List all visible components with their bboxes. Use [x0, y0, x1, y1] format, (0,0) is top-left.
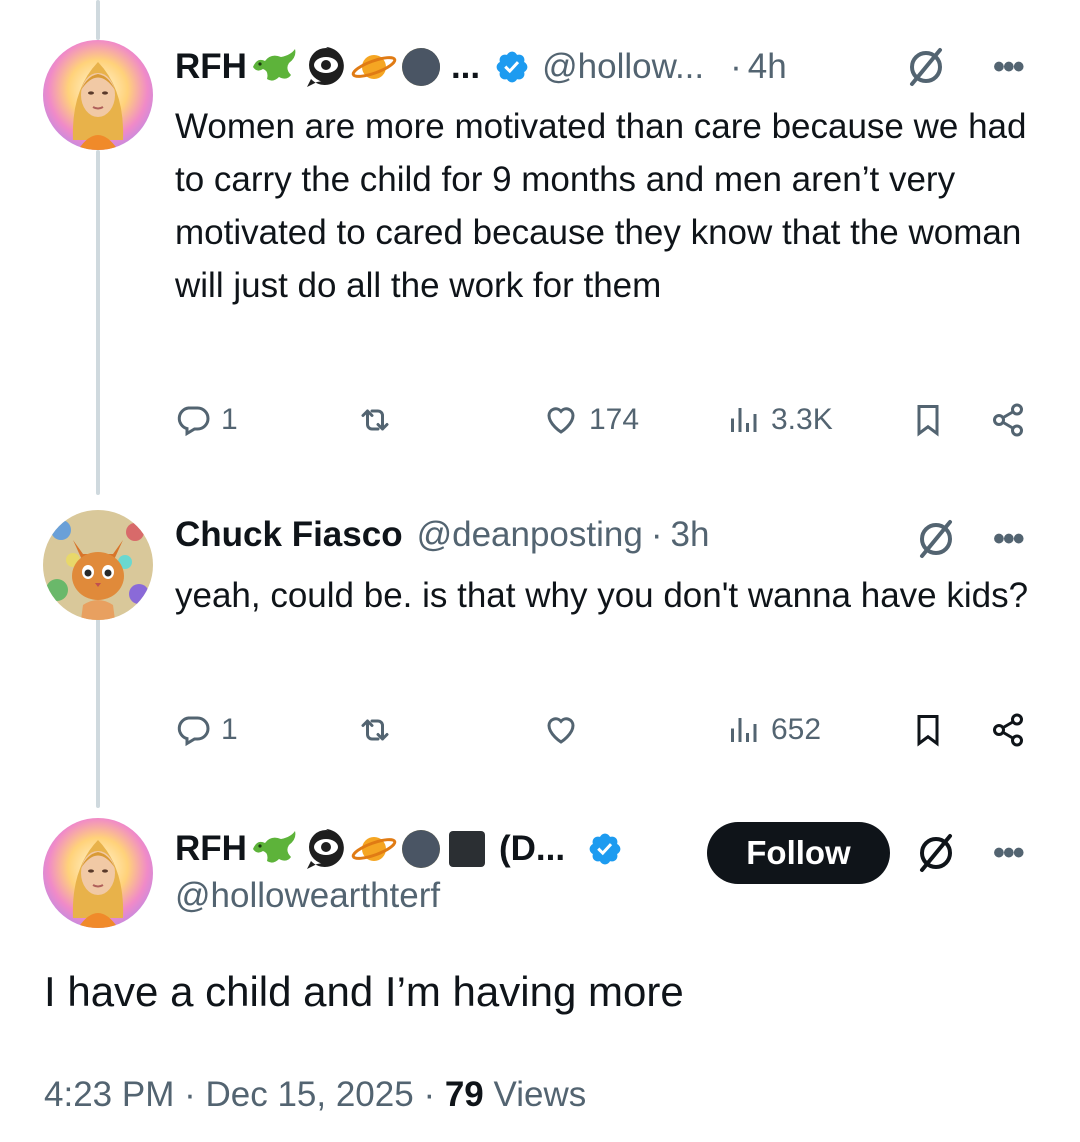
lizard-emoji: [252, 49, 296, 81]
views-button[interactable]: 3.3K: [725, 402, 833, 438]
repost-button[interactable]: [357, 402, 393, 438]
views-chart-icon: [731, 718, 757, 742]
handle[interactable]: @deanposting: [417, 515, 643, 555]
bookmark-icon: [917, 405, 939, 437]
tweet-header-actions: •••: [915, 518, 1025, 560]
name-emojis: [251, 826, 489, 872]
tweet-header: RFH (D...: [175, 826, 635, 872]
reply-icon: [177, 406, 210, 437]
views-count: 79: [444, 1075, 484, 1114]
post-time[interactable]: 4:23 PM: [44, 1075, 174, 1114]
reply-count: 1: [221, 713, 238, 746]
like-count: 174: [589, 403, 640, 436]
display-name[interactable]: Chuck Fiasco: [175, 515, 403, 555]
black-square-emoji: [448, 831, 485, 867]
like-button[interactable]: 174: [543, 402, 639, 438]
separator: ·: [730, 47, 742, 86]
ringed-planet-emoji: [351, 55, 397, 79]
share-icon: [993, 713, 1023, 747]
more-icon[interactable]: •••: [993, 520, 1025, 559]
display-name[interactable]: RFH: [175, 47, 247, 87]
reply-icon: [177, 716, 210, 747]
reply-button[interactable]: 1: [175, 402, 238, 438]
bookmark-button[interactable]: [910, 712, 946, 748]
timestamp[interactable]: 3h: [671, 515, 710, 555]
handle[interactable]: @hollow...: [542, 47, 704, 87]
share-button[interactable]: [990, 712, 1026, 748]
views-button[interactable]: 652: [725, 712, 821, 748]
more-icon[interactable]: •••: [993, 834, 1025, 873]
tweet-actions: 1 652: [175, 712, 1035, 762]
eye-speech-emoji: [306, 829, 344, 869]
repost-button[interactable]: [357, 712, 393, 748]
verified-badge-icon: [496, 51, 528, 83]
grok-icon[interactable]: [915, 832, 957, 874]
tweet-header-actions: •••: [905, 46, 1025, 88]
tweet-text: yeah, could be. is that why you don't wa…: [175, 576, 1029, 615]
thread-connector: [96, 0, 100, 40]
share-icon: [993, 403, 1023, 437]
tweet-header-actions: •••: [915, 832, 1025, 874]
separator: ·: [650, 515, 663, 554]
main-tweet-text: I have a child and I’m having more: [44, 968, 684, 1015]
share-button[interactable]: [990, 402, 1026, 438]
separator: ·: [184, 1075, 196, 1114]
repost-icon: [361, 719, 389, 741]
moon-emoji: [401, 48, 440, 86]
separator: ·: [423, 1075, 436, 1114]
ringed-planet-emoji: [351, 837, 397, 861]
reply-button[interactable]: 1: [175, 712, 238, 748]
grok-icon[interactable]: [915, 518, 957, 560]
post-date[interactable]: Dec 15, 2025: [205, 1075, 413, 1114]
follow-button[interactable]: Follow: [707, 822, 890, 884]
tweet-thread: RFH ... @hollow... · 4h ••• Women are mo…: [0, 0, 1080, 1142]
tweet-header: RFH ... @hollow... · 4h: [175, 44, 787, 90]
moon-emoji: [401, 830, 440, 868]
handle[interactable]: @hollowearthterf: [175, 876, 440, 916]
name-emojis: [251, 44, 443, 90]
views-chart-icon: [731, 408, 757, 432]
timestamp[interactable]: 4h: [748, 47, 787, 87]
repost-icon: [361, 409, 389, 431]
eye-speech-emoji: [306, 47, 344, 87]
avatar[interactable]: [43, 818, 153, 928]
verified-badge-icon: [589, 833, 621, 865]
grok-icon[interactable]: [905, 46, 947, 88]
tweet-meta: 4:23 PM · Dec 15, 2025 · 79 Views: [44, 1075, 586, 1115]
bookmark-icon: [917, 715, 939, 747]
avatar[interactable]: [43, 510, 153, 620]
tweet-header: Chuck Fiasco @deanposting · 3h: [175, 515, 709, 555]
views-count: 3.3K: [771, 403, 833, 436]
tweet-text: Women are more motivated than care becau…: [175, 107, 1027, 305]
bookmark-button[interactable]: [910, 402, 946, 438]
thread-connector: [96, 150, 100, 495]
name-overflow: ...: [450, 47, 481, 86]
tweet-actions: 1 174 3.3K: [175, 402, 1035, 452]
views-label: Views: [493, 1075, 587, 1114]
heart-icon: [547, 717, 575, 744]
avatar[interactable]: [43, 40, 153, 150]
thread-connector: [96, 618, 100, 808]
more-icon[interactable]: •••: [993, 48, 1025, 87]
reply-count: 1: [221, 403, 238, 436]
heart-icon: [547, 407, 575, 434]
name-suffix: (D...: [498, 829, 566, 868]
views-count: 652: [771, 713, 822, 746]
lizard-emoji: [252, 831, 296, 863]
like-button[interactable]: [543, 712, 579, 748]
display-name[interactable]: RFH: [175, 829, 247, 869]
